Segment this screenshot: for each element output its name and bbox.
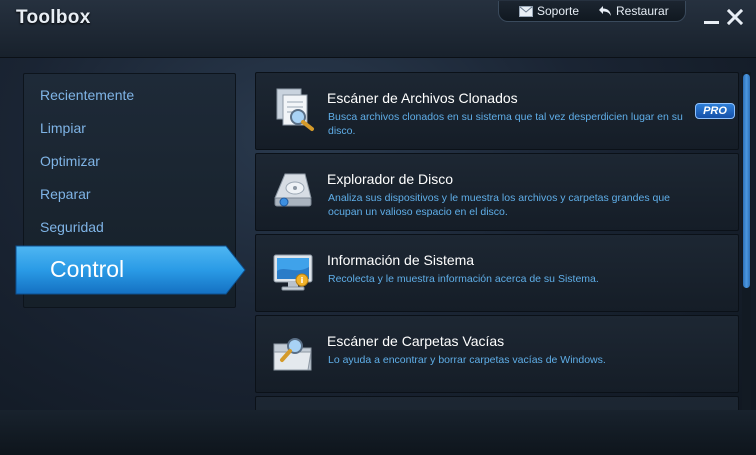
system-info-icon: i (273, 254, 313, 291)
sidebar-item-control-label: Control (50, 256, 125, 282)
svg-text:i: i (301, 276, 304, 285)
sidebar-item-seguridad[interactable]: Seguridad (40, 219, 104, 235)
undo-arrow-icon (599, 6, 611, 16)
close-icon (726, 8, 744, 26)
active-nav-arrow (15, 245, 246, 295)
minimize-button[interactable] (704, 9, 720, 25)
tool-description: Recolecta y le muestra información acerc… (328, 273, 599, 285)
tool-title: Información de Sistema (327, 252, 475, 268)
support-button[interactable]: Soporte (519, 4, 579, 18)
sidebar-item-limpiar[interactable]: Limpiar (40, 120, 86, 136)
app-title: Toolbox (16, 7, 91, 28)
pro-badge: PRO (695, 103, 735, 119)
restore-button[interactable]: Restaurar (598, 4, 669, 18)
tool-title: Escáner de Carpetas Vacías (327, 333, 505, 349)
tool-card-disk-explorer[interactable]: Explorador de Disco Analiza sus disposit… (255, 153, 739, 231)
duplicate-files-icon (276, 88, 314, 131)
tool-description: Busca archivos clonados en su sistema qu… (328, 111, 683, 137)
envelope-icon (519, 5, 533, 17)
close-button[interactable] (726, 8, 744, 26)
scrollbar-thumb[interactable] (743, 74, 750, 288)
tool-description: Lo ayuda a encontrar y borrar carpetas v… (328, 354, 606, 366)
bottom-strip (0, 410, 756, 455)
tool-card-system-info[interactable]: i Información de Sistema Recolecta y le … (255, 234, 739, 312)
sidebar-item-optimizar[interactable]: Optimizar (40, 153, 100, 169)
tool-card-duplicate-files[interactable]: Escáner de Archivos Clonados Busca archi… (255, 72, 739, 150)
sidebar-item-reparar[interactable]: Reparar (40, 186, 91, 202)
restore-label: Restaurar (616, 4, 669, 18)
sidebar-item-control[interactable]: Control (14, 245, 246, 295)
support-label: Soporte (537, 4, 580, 18)
disk-explorer-icon (274, 173, 312, 207)
tool-list-scrollbar[interactable] (742, 72, 751, 410)
empty-folder-scanner-icon (273, 338, 312, 371)
tool-description: Analiza sus dispositivos y le muestra lo… (328, 192, 670, 218)
tool-title: Explorador de Disco (327, 171, 454, 187)
tool-list: Escáner de Archivos Clonados Busca archi… (255, 72, 739, 410)
tool-title: Escáner de Archivos Clonados (327, 90, 518, 106)
title-bar: Toolbox Soporte Restaurar (0, 0, 756, 58)
sidebar-item-recientemente[interactable]: Recientemente (40, 87, 134, 103)
tool-card-empty-folder-scanner[interactable]: Escáner de Carpetas Vacías Lo ayuda a en… (255, 315, 739, 393)
top-actions-bar: Soporte Restaurar (498, 1, 686, 22)
tool-card-partial[interactable] (255, 396, 739, 410)
